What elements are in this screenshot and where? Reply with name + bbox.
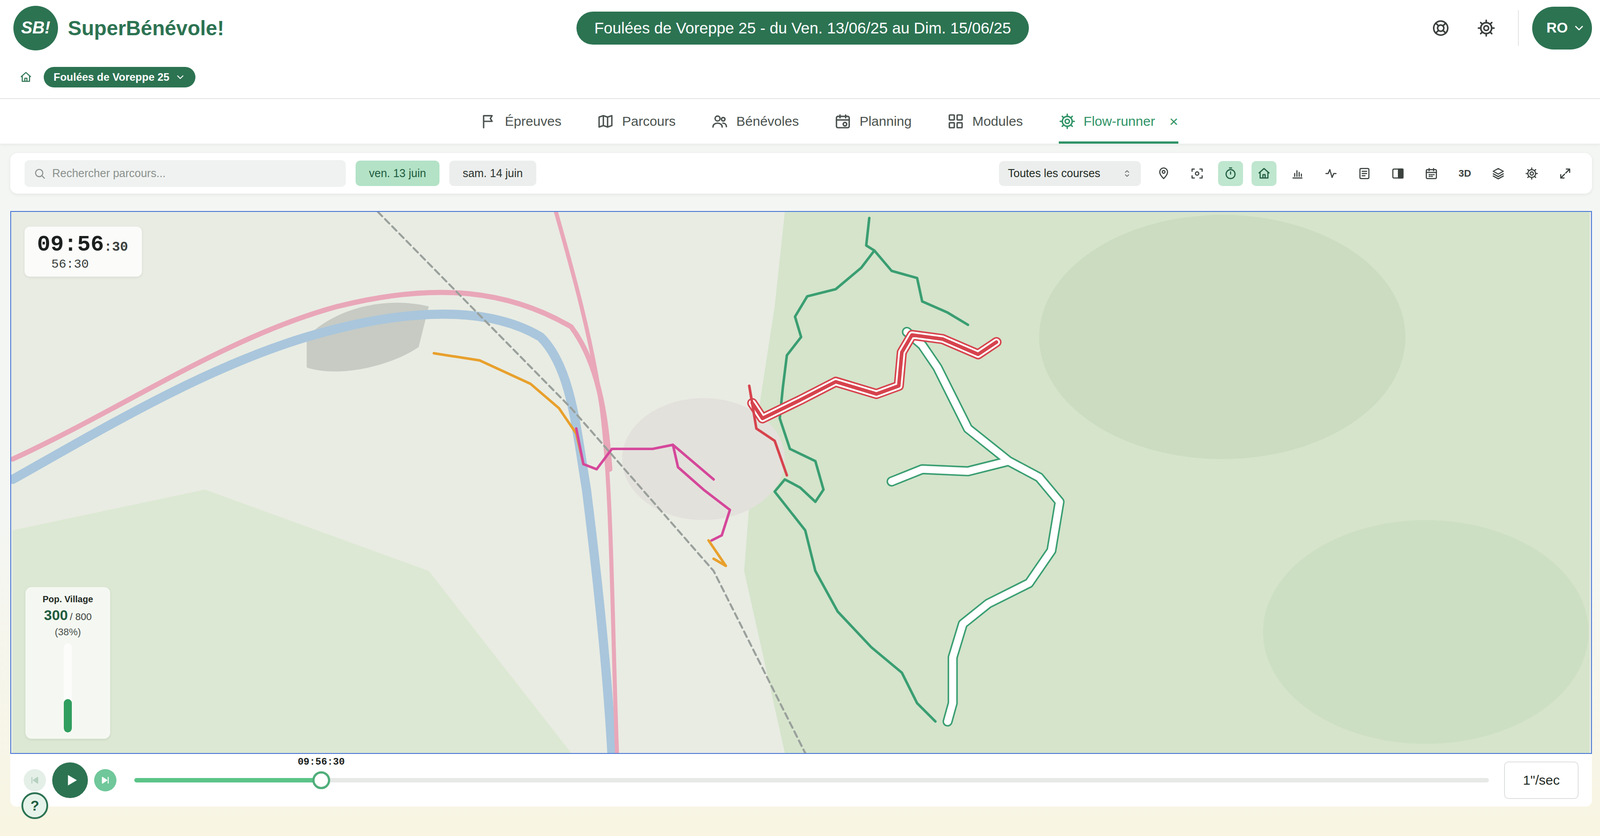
gear-icon[interactable] (1476, 18, 1496, 38)
close-tab-button[interactable]: × (1169, 112, 1179, 131)
toolbar-actions: Toutes les courses 3D (998, 161, 1578, 187)
tool-button[interactable] (1519, 161, 1545, 187)
flow-runner-panel: 09:56:3056:30Pop. Village300 / 800(38%)0… (10, 211, 1592, 807)
speed-button[interactable]: 1"/sec (1504, 761, 1579, 800)
tool-button[interactable] (1485, 161, 1511, 187)
tab[interactable]: Flow-runner× (1058, 99, 1179, 144)
route[interactable] (752, 335, 997, 419)
tab[interactable]: Planning (834, 99, 912, 144)
header: SB! SuperBénévole! Foulées de Voreppe 25 -… (0, 0, 1600, 56)
calendar-icon (834, 112, 852, 130)
tool-button[interactable] (1318, 161, 1344, 187)
tool-button[interactable] (1184, 161, 1210, 187)
day-button[interactable]: sam. 14 juin (449, 160, 537, 187)
breadcrumb: Foulées de Voreppe 25 (0, 55, 1600, 100)
users-icon (711, 112, 729, 130)
map-icon (596, 112, 614, 130)
calendar-icon (1424, 166, 1439, 181)
bars-icon (1290, 166, 1305, 181)
time-tooltip: 09:56:30 (293, 755, 350, 770)
tab[interactable]: Parcours (596, 99, 676, 144)
user-menu[interactable]: RO (1532, 6, 1592, 50)
slider-handle[interactable]: 09:56:30 (312, 771, 331, 790)
app: SB! SuperBénévole! Foulées de Voreppe 25 -… (0, 0, 1600, 836)
help-button[interactable]: ? (21, 792, 49, 820)
village-widget: Pop. Village300 / 800(38%) (25, 587, 111, 739)
clock-widget: 09:56:30 56:30 (24, 226, 142, 277)
expand-icon (1558, 166, 1572, 181)
brand[interactable]: SB! SuperBénévole! (13, 5, 577, 51)
route[interactable] (576, 428, 730, 541)
focus-icon (1190, 166, 1204, 181)
skip-back-icon (29, 774, 41, 787)
timeline-slider[interactable]: 09:56:30 (134, 771, 1489, 790)
panel-icon (1391, 166, 1405, 181)
play-button[interactable] (52, 762, 88, 799)
route[interactable] (749, 385, 787, 476)
tab[interactable]: Modules (947, 99, 1023, 144)
chevron-down-icon (174, 71, 186, 83)
tool-button[interactable] (1418, 161, 1444, 187)
home-icon[interactable] (19, 70, 33, 84)
avatar-initials: RO (1546, 19, 1568, 37)
updown-icon (1122, 168, 1132, 179)
route[interactable] (891, 331, 1060, 722)
search-icon (33, 167, 46, 180)
list-icon (1357, 166, 1372, 181)
tool-button[interactable] (1552, 161, 1578, 187)
map[interactable]: 09:56:30 56:30 Pop. Village300 / 800(38%) (10, 211, 1592, 755)
layers-icon (1491, 166, 1505, 181)
tool-button[interactable] (1385, 161, 1411, 187)
tab-bar: Épreuves Parcours Bénévoles Planning Modules… (0, 99, 1600, 144)
player-controls: 09:56:30 1"/sec (10, 754, 1592, 807)
brand-name[interactable]: SuperBénévole! (67, 16, 224, 41)
header-actions: RO (1431, 6, 1592, 50)
tool-button[interactable]: 3D (1452, 161, 1478, 187)
search-field[interactable]: Rechercher parcours... (24, 160, 346, 187)
clock-seconds: :30 (103, 239, 129, 255)
gear-icon (1525, 166, 1539, 181)
chevron-down-icon (1572, 21, 1586, 35)
home-icon (1257, 166, 1271, 181)
tool-button[interactable] (1218, 161, 1244, 187)
pin-icon (1156, 166, 1171, 181)
lifebuoy-icon[interactable] (1431, 18, 1451, 38)
pulse-icon (1324, 166, 1338, 181)
event-title: Foulées de Voreppe 25 - du Ven. 13/06/25… (576, 11, 1029, 45)
village-gauge (63, 643, 72, 733)
toolbar: Rechercher parcours... ven. 13 juin sam. 1… (10, 153, 1592, 194)
main: Rechercher parcours... ven. 13 juin sam. 1… (0, 143, 1600, 836)
tool-button[interactable] (1284, 161, 1310, 187)
race-filter[interactable]: Toutes les courses (998, 161, 1141, 187)
elapsed-time: 56:30 (37, 257, 130, 272)
tab[interactable]: Épreuves (480, 99, 562, 144)
next-button[interactable] (94, 769, 117, 792)
logo[interactable]: SB! (13, 5, 59, 51)
divider (1517, 10, 1519, 46)
clock-time: 09:56 (37, 232, 104, 258)
tool-button[interactable] (1351, 161, 1377, 187)
tab[interactable]: Bénévoles (711, 99, 799, 144)
previous-button[interactable] (23, 769, 46, 792)
map-canvas[interactable] (11, 211, 1592, 754)
grid-icon (947, 112, 965, 130)
skip-forward-icon (99, 774, 112, 787)
tool-button[interactable] (1151, 161, 1177, 187)
event-selector[interactable]: Foulées de Voreppe 25 (43, 66, 196, 88)
tool-button[interactable] (1251, 161, 1277, 187)
gear-icon (1058, 112, 1076, 130)
route[interactable] (433, 353, 726, 567)
flag-icon (480, 112, 498, 130)
play-icon (62, 771, 80, 790)
day-button[interactable]: ven. 13 juin (355, 160, 440, 187)
timer-icon (1223, 166, 1238, 181)
